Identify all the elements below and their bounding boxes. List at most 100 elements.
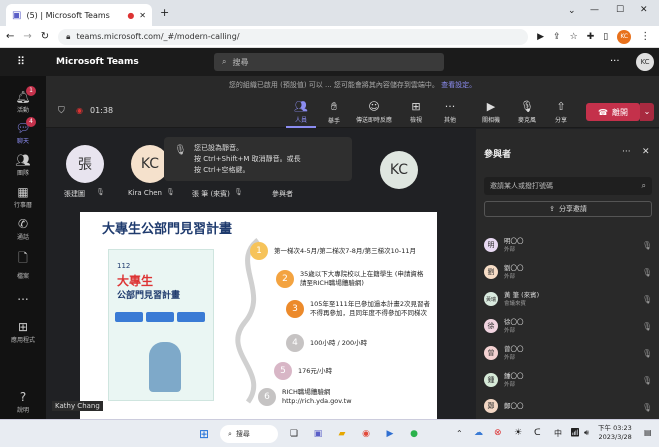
participant-row[interactable]: 劉劉〇〇 外部 — [484, 264, 524, 280]
view-button[interactable]: ⊞ 檢視 — [401, 100, 431, 124]
tray-chevron-icon[interactable]: ⌃ — [456, 429, 463, 438]
mic-button[interactable]: 🎙︎ 麥克風 — [512, 100, 542, 124]
chrome-menu-icon[interactable]: ⋮ — [640, 31, 650, 42]
tray-app-icon[interactable]: ☀ — [514, 428, 522, 438]
rail-item-help[interactable]: ? 說明 — [0, 390, 46, 414]
share-page-icon[interactable]: ⇪ — [553, 32, 561, 42]
toast-line: 按 Ctrl+空格鍵。 — [194, 166, 250, 174]
participant-avatar[interactable]: 張 — [66, 145, 104, 183]
participant-name: Kira Chen — [128, 189, 162, 197]
slide-step: 2 35歲以下大專院校以上在籍學生 (申請資格請至RICH職場體驗網) — [276, 270, 428, 288]
mic-off-icon: 🎙︎ — [642, 322, 653, 331]
shared-slide: 大專生公部門見習計畫 112 大專生 公部門見習計畫 1 第一梯次4-5月/第二梯… — [80, 212, 437, 420]
user-avatar[interactable]: KC — [636, 53, 654, 71]
participant-row[interactable]: 黃瑞黃 筆 (來賓) 會議來賓 — [484, 291, 539, 307]
notice-link[interactable]: 查看設定。 — [441, 81, 476, 89]
leave-options-button[interactable]: ⌄ — [640, 103, 654, 121]
back-icon[interactable]: ← — [6, 31, 14, 42]
rail-label: 行事曆 — [13, 202, 32, 209]
more-icon: ··· — [444, 100, 456, 113]
chat-badge: 4 — [26, 117, 36, 127]
participant-row[interactable]: 鄭鄭〇〇 — [484, 399, 524, 413]
taskbar-search[interactable]: ⌕ 搜尋 — [220, 425, 278, 443]
invite-input[interactable]: 邀請某人或撥打號碼 ⌕ — [484, 177, 652, 195]
rail-label: 說明 — [16, 407, 29, 414]
rail-label: 應用程式 — [10, 337, 35, 344]
line-icon[interactable]: ● — [406, 426, 422, 442]
more-icon: ... — [17, 289, 29, 303]
rail-item-activity[interactable]: 🔔︎ 1 活動 — [0, 86, 46, 114]
more-options-icon[interactable]: ··· — [610, 56, 620, 67]
share-icon: ⇧ — [556, 100, 566, 113]
notification-icon[interactable]: ▤ — [644, 428, 652, 437]
tray-app-icon[interactable]: ⊗ — [494, 428, 502, 438]
reload-icon[interactable]: ↻ — [41, 31, 49, 42]
participant-row[interactable]: 徐徐〇〇 外部 — [484, 318, 524, 334]
mic-off-icon: 🎙︎ — [234, 188, 243, 196]
chrome-icon[interactable]: ◉ — [358, 426, 374, 442]
panel-more-icon[interactable]: ··· — [622, 147, 631, 157]
rail-item-files[interactable]: 🗋︎ 檔案 — [0, 249, 46, 280]
rail-item-more[interactable]: ... — [0, 289, 46, 304]
bookmark-star-icon[interactable]: ☆ — [570, 32, 578, 42]
taskbar-clock[interactable]: 下午 03:23 2023/3/28 — [598, 424, 632, 442]
rail-label: 通話 — [16, 234, 29, 241]
cloud-icon[interactable]: ☁ — [474, 428, 483, 438]
share-button[interactable]: ⇧ 分享 — [546, 100, 576, 124]
mic-off-icon: 🎙︎ — [642, 403, 653, 412]
share-invite-button[interactable]: ⇪ 分享邀請 — [484, 201, 652, 217]
minimize-icon[interactable]: — — [590, 5, 599, 15]
camera-permission-icon[interactable]: ▶ — [537, 32, 544, 42]
profile-avatar[interactable]: KC — [617, 29, 632, 44]
browser-tab[interactable]: ▣ (5) | Microsoft Teams ● ✕ — [6, 4, 152, 26]
raise-hand-button[interactable]: ✋︎ 舉手 — [319, 100, 349, 125]
wifi-icon[interactable]: 📶︎ — [570, 428, 580, 437]
more-actions-button[interactable]: ··· 其他 — [435, 100, 465, 124]
participant-row[interactable]: 鍾鍾〇〇 外部 — [484, 372, 524, 388]
participant-avatar[interactable]: KC — [380, 151, 418, 189]
tray-app-icon[interactable]: ᑕ — [534, 428, 541, 438]
file-icon: 🗋︎ — [18, 251, 28, 265]
participant-row[interactable]: 曾曾〇〇 外部 — [484, 345, 524, 361]
emoji-icon: ☺ — [368, 100, 380, 113]
rail-item-chat[interactable]: 💬︎ 4 聊天 — [0, 117, 46, 145]
camera-button[interactable]: ▶︎ 關相機 — [476, 100, 506, 124]
close-tab-icon[interactable]: ✕ — [139, 11, 146, 20]
tab-search-icon[interactable]: ⌄ — [568, 6, 576, 16]
leave-button[interactable]: ☎ 離開 — [586, 103, 640, 121]
lock-icon: 🔒︎ — [66, 31, 71, 41]
close-window-icon[interactable]: ✕ — [640, 5, 648, 15]
search-input[interactable]: ⌕ 搜尋 — [214, 53, 444, 71]
participant-row[interactable]: 明明〇〇 外部 — [484, 237, 524, 253]
people-button[interactable]: 👥︎ 人員 — [286, 100, 316, 128]
task-view-icon[interactable]: ❏ — [286, 426, 302, 442]
forward-icon[interactable]: → — [23, 31, 31, 42]
mic-off-icon: 🎙︎ — [642, 376, 653, 385]
rail-item-teams[interactable]: 👥︎ 團隊 — [0, 153, 46, 177]
maximize-icon[interactable]: ☐ — [616, 5, 624, 15]
language-icon[interactable]: 中 — [554, 428, 562, 439]
teams-taskbar-icon[interactable]: ▣ — [310, 426, 326, 442]
activity-badge: 1 — [26, 86, 36, 96]
media-icon[interactable]: ▶ — [382, 426, 398, 442]
rail-label: 團隊 — [16, 170, 29, 177]
meeting-timer: 01:38 — [90, 106, 114, 115]
rail-item-calls[interactable]: ✆ 通話 — [0, 217, 46, 241]
extensions-icon[interactable]: ✚ — [587, 32, 595, 42]
start-icon[interactable]: ⊞ — [196, 426, 212, 442]
close-panel-icon[interactable]: ✕ — [642, 147, 650, 157]
file-explorer-icon[interactable]: ▰ — [334, 426, 350, 442]
meeting-control-bar: ⛉ ◉ 01:38 👥︎ 人員 ✋︎ 舉手 ☺ 傳送即時反應 ⊞ 檢視 ··· 其他 ▶︎… — [46, 94, 659, 128]
invite-placeholder: 邀請某人或撥打號碼 — [490, 182, 553, 190]
bell-icon: 🔔︎ — [15, 90, 31, 104]
rail-item-calendar[interactable]: ▦ 行事曆 — [0, 185, 46, 209]
mic-off-icon: 🎙︎ — [642, 295, 653, 304]
volume-icon[interactable]: 🔊︎ — [584, 428, 589, 438]
reactions-button[interactable]: ☺ 傳送即時反應 — [354, 100, 394, 124]
search-icon: ⌕ — [222, 57, 227, 66]
app-launcher-icon[interactable]: ⠿ — [17, 55, 25, 68]
new-tab-icon[interactable]: + — [160, 6, 169, 19]
url-input[interactable]: 🔒︎ teams.microsoft.com/_#/modern-calling… — [58, 28, 529, 45]
rail-item-apps[interactable]: ⊞ 應用程式 — [0, 320, 46, 344]
sidepanel-icon[interactable]: ▯ — [603, 32, 608, 42]
